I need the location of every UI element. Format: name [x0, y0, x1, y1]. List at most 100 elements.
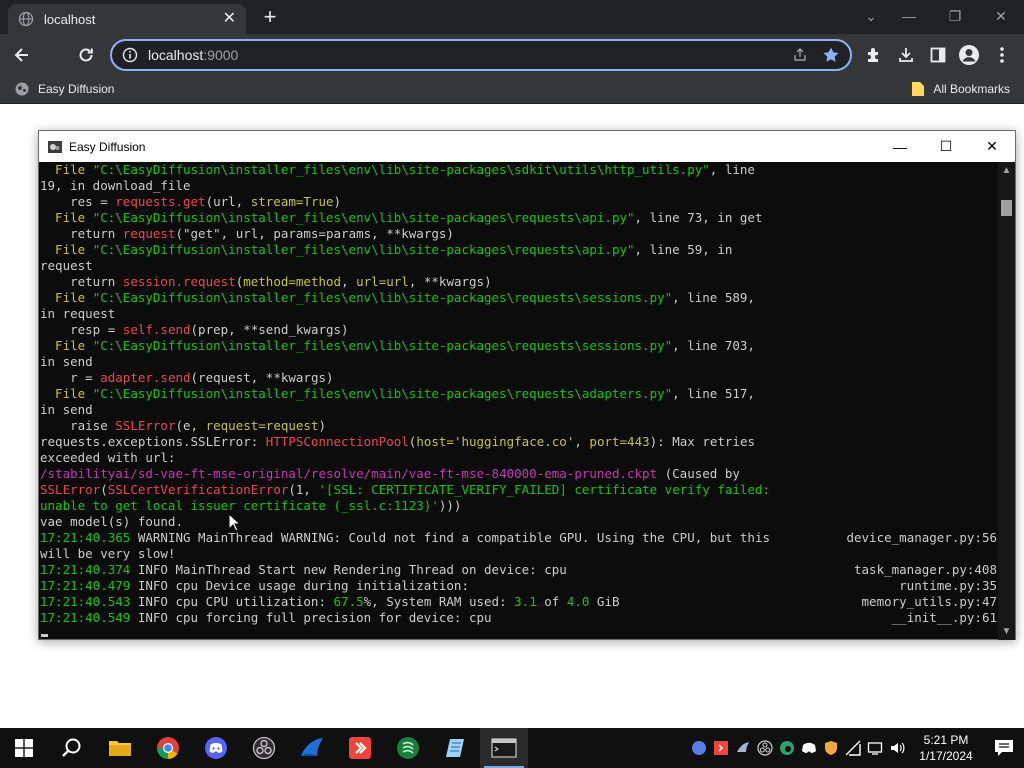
console-text-segment: File: [40, 386, 93, 401]
console-output[interactable]: File "C:\EasyDiffusion\installer_files\e…: [39, 162, 999, 640]
console-text-segment: (e,: [175, 418, 206, 433]
console-text-segment: request: [40, 258, 93, 273]
tray-app-icon-2[interactable]: [732, 728, 754, 768]
console-line: vae model(s) found.: [39, 514, 999, 530]
console-close-button[interactable]: ✕: [969, 131, 1015, 162]
console-text-segment: File: [40, 162, 93, 177]
close-window-button[interactable]: ✕: [978, 0, 1024, 32]
share-icon[interactable]: [792, 47, 808, 63]
tab-bar: localhost ✕ + ⌄ — ❐ ✕: [0, 0, 1024, 34]
console-scrollbar[interactable]: ▲ ▼: [998, 162, 1015, 640]
console-text-segment: "C:\EasyDiffusion\installer_files\env\li…: [92, 242, 635, 257]
taskbar-chrome[interactable]: [144, 728, 192, 768]
console-text-segment: session.request: [122, 274, 236, 289]
scroll-thumb[interactable]: [1001, 200, 1012, 216]
console-text-segment: request=request: [205, 418, 319, 433]
console-text-segment: 4.0: [566, 594, 590, 609]
scroll-up-icon[interactable]: ▲: [998, 162, 1015, 179]
console-text-segment: unable to get local issuer certificate (…: [40, 498, 439, 513]
console-minimize-button[interactable]: —: [877, 131, 923, 162]
new-tab-button[interactable]: +: [258, 6, 282, 30]
tray-obs-icon[interactable]: [754, 728, 776, 768]
taskbar-obs[interactable]: [240, 728, 288, 768]
downloads-icon[interactable]: [894, 43, 918, 67]
tray-volume-icon[interactable]: [886, 728, 908, 768]
console-text-segment: /stabilityai/sd-vae-ft-mse-original/reso…: [40, 466, 658, 481]
taskbar-app-blue[interactable]: [288, 728, 336, 768]
console-titlebar[interactable]: Easy Diffusion — ☐ ✕: [39, 131, 1015, 162]
address-bar[interactable]: localhost:9000: [110, 39, 852, 71]
console-text-segment: vae model(s) found.: [40, 514, 183, 529]
console-text-segment: SSLCertVerificationError: [107, 482, 289, 497]
taskbar: 5:21 PM 1/17/2024: [0, 728, 1024, 768]
tray-edge-icon[interactable]: [776, 728, 798, 768]
text-cursor: [41, 634, 48, 637]
bookmark-star-icon[interactable]: [822, 46, 840, 64]
tab-search-icon[interactable]: ⌄: [856, 0, 886, 32]
side-panel-icon[interactable]: [926, 43, 950, 67]
url-port: :9000: [203, 47, 239, 63]
tray-network-icon[interactable]: [842, 728, 864, 768]
console-text-segment: File: [40, 210, 93, 225]
notifications-button[interactable]: [984, 728, 1024, 768]
console-text-segment: %, System RAM used:: [363, 594, 515, 609]
all-bookmarks-button[interactable]: All Bookmarks: [911, 81, 1010, 97]
console-line: 17:21:40.543 INFO cpu CPU utilization: 6…: [39, 594, 999, 610]
folder-icon: [109, 741, 131, 756]
console-text-segment: request: [122, 226, 176, 241]
console-text-segment: requests.exceptions.SSLError:: [40, 434, 266, 449]
back-arrow-icon[interactable]: [10, 43, 34, 67]
tray-discord-icon[interactable]: [798, 728, 820, 768]
all-bookmarks-label: All Bookmarks: [933, 82, 1010, 96]
tab-close-icon[interactable]: ✕: [223, 11, 236, 27]
scroll-down-icon[interactable]: ▼: [998, 623, 1015, 640]
console-text-segment: File: [40, 338, 93, 353]
tab-localhost[interactable]: localhost ✕: [8, 4, 246, 34]
url-host: localhost: [148, 47, 204, 63]
console-text-segment: 17:21:40.549: [40, 610, 131, 625]
bookmark-easy-diffusion[interactable]: Easy Diffusion: [14, 81, 114, 97]
folder-icon: [912, 82, 925, 96]
console-text-segment: "C:\EasyDiffusion\installer_files\env\li…: [92, 338, 673, 353]
tray-shield-icon[interactable]: [820, 728, 842, 768]
console-line: exceeded with url:: [39, 450, 999, 466]
system-clock[interactable]: 5:21 PM 1/17/2024: [908, 732, 984, 764]
reload-icon[interactable]: [74, 43, 98, 67]
kebab-menu-icon[interactable]: [990, 43, 1014, 67]
taskbar-anydesk[interactable]: [336, 728, 384, 768]
console-text-segment: method=method: [243, 274, 342, 289]
start-button[interactable]: [0, 728, 48, 768]
taskbar-app-notes[interactable]: [432, 728, 480, 768]
console-text-segment: ,: [341, 274, 357, 289]
console-text-segment: in send: [40, 402, 93, 417]
console-maximize-button[interactable]: ☐: [923, 131, 969, 162]
tray-anydesk-icon[interactable]: [710, 728, 732, 768]
console-line: File "C:\EasyDiffusion\installer_files\e…: [39, 290, 999, 306]
console-line: File "C:\EasyDiffusion\installer_files\e…: [39, 242, 999, 258]
console-app-icon: [48, 140, 62, 153]
console-text-segment: , line 703,: [672, 338, 755, 353]
taskbar-app-green[interactable]: [384, 728, 432, 768]
profile-avatar-icon[interactable]: [957, 43, 981, 67]
tray-monitor-icon[interactable]: [864, 728, 886, 768]
taskbar-discord[interactable]: [192, 728, 240, 768]
terminal-icon: [491, 738, 517, 758]
extensions-icon[interactable]: [862, 43, 886, 67]
taskbar-file-explorer[interactable]: [96, 728, 144, 768]
console-line: in send: [39, 354, 999, 370]
console-text-segment: GiB: [589, 594, 620, 609]
console-line: resp = self.send(prep, **send_kwargs): [39, 322, 999, 338]
console-text-segment: in send: [40, 354, 93, 369]
restore-button[interactable]: ❐: [932, 0, 978, 32]
taskbar-terminal[interactable]: [480, 728, 528, 768]
console-text-segment: self.send: [122, 322, 191, 337]
minimize-button[interactable]: —: [886, 0, 932, 32]
console-line: in send: [39, 402, 999, 418]
tray-app-icon-1[interactable]: [688, 728, 710, 768]
info-icon[interactable]: [122, 47, 138, 63]
console-text-segment: '[SSL: CERTIFICATE_VERIFY_FAILED] certif…: [318, 482, 771, 497]
search-button[interactable]: [48, 728, 96, 768]
console-text-segment: 17:21:40.374: [40, 562, 131, 577]
console-line: return request("get", url, params=params…: [39, 226, 999, 242]
globe-icon: [18, 11, 34, 27]
